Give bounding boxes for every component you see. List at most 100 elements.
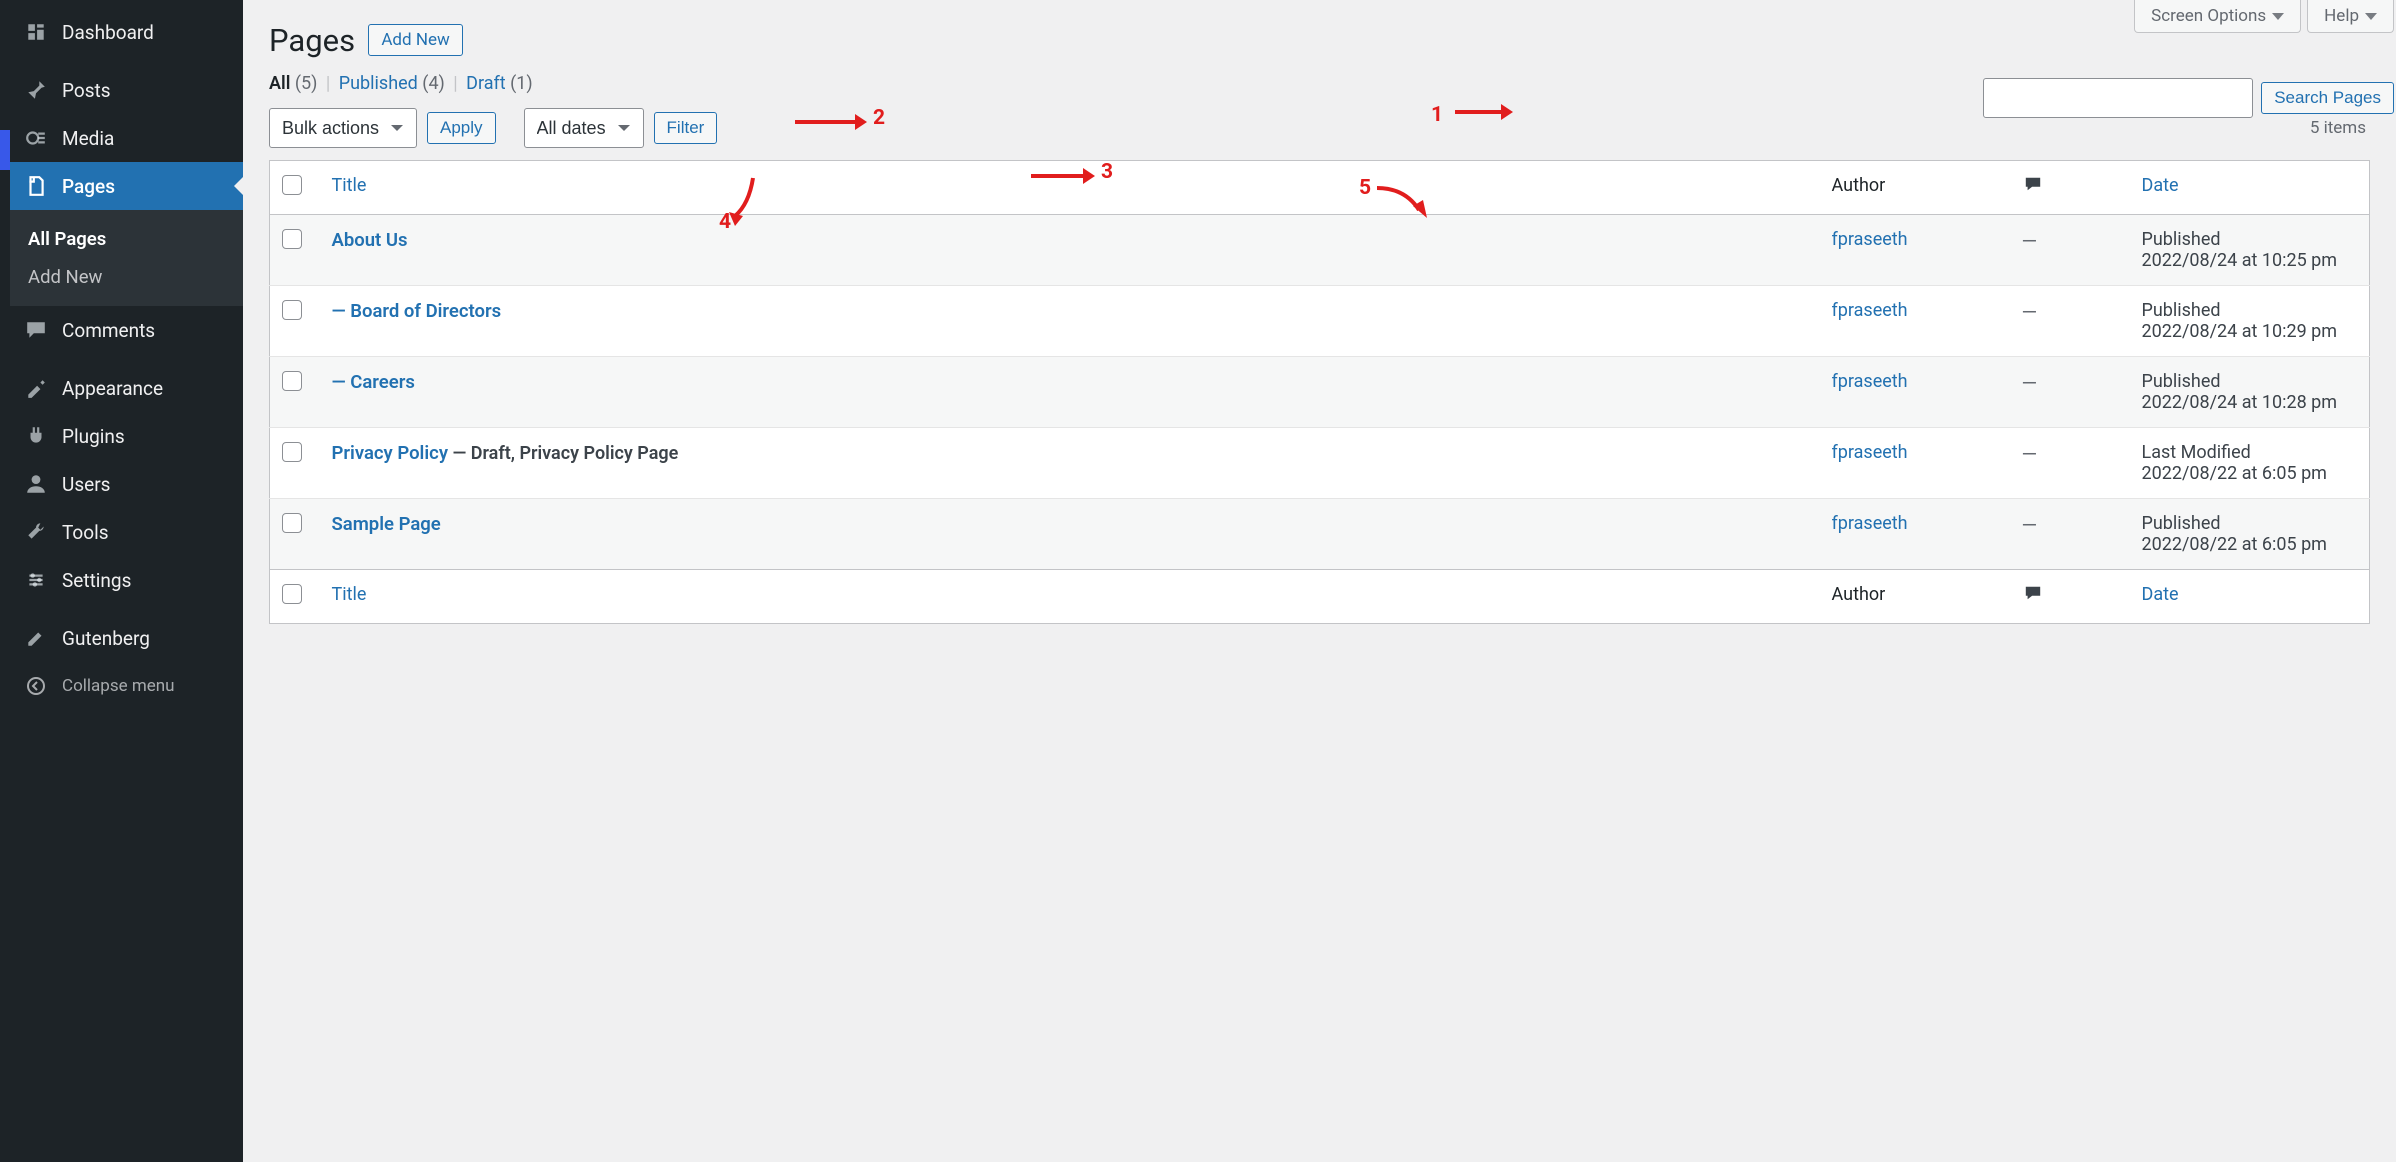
author-link[interactable]: fpraseeth bbox=[1832, 371, 1908, 392]
select-all-checkbox-bottom[interactable] bbox=[282, 584, 302, 604]
select-all-checkbox[interactable] bbox=[282, 175, 302, 195]
tools-icon bbox=[24, 520, 48, 544]
comments-count: — bbox=[2022, 513, 2038, 537]
row-title-link[interactable]: — Careers bbox=[332, 371, 415, 393]
admin-sidebar: Dashboard Posts Media Pages All Pages Ad… bbox=[10, 0, 243, 1162]
search-box: Search Pages bbox=[1983, 78, 2394, 118]
sidebar-item-pages[interactable]: Pages bbox=[10, 162, 243, 210]
comments-count: — bbox=[2022, 300, 2038, 324]
sidebar-item-label: Gutenberg bbox=[62, 627, 150, 650]
date-status: Last Modified bbox=[2142, 442, 2358, 463]
date-filter-select[interactable]: All dates bbox=[524, 108, 644, 148]
col-date-sort[interactable]: Date bbox=[2142, 175, 2179, 196]
table-row: — Careersfpraseeth—Published2022/08/24 a… bbox=[270, 357, 2370, 428]
col-comments-bottom[interactable] bbox=[2010, 570, 2130, 624]
collapse-menu[interactable]: Collapse menu bbox=[10, 662, 243, 710]
comments-count: — bbox=[2022, 442, 2038, 466]
bulk-actions-select[interactable]: Bulk actions bbox=[269, 108, 417, 148]
col-date-sort-bottom[interactable]: Date bbox=[2142, 584, 2179, 605]
row-title-link[interactable]: Privacy Policy bbox=[332, 442, 449, 464]
table-row: — Board of Directorsfpraseeth—Published2… bbox=[270, 286, 2370, 357]
col-author: Author bbox=[1820, 161, 2010, 215]
col-title-sort-bottom[interactable]: Title bbox=[332, 584, 367, 605]
view-draft[interactable]: Draft (1) bbox=[466, 73, 533, 94]
sidebar-item-label: Comments bbox=[62, 319, 155, 342]
media-icon bbox=[24, 126, 48, 150]
view-published[interactable]: Published (4) bbox=[339, 73, 450, 94]
sidebar-item-appearance[interactable]: Appearance bbox=[10, 364, 243, 412]
sidebar-item-dashboard[interactable]: Dashboard bbox=[10, 8, 243, 56]
add-new-button[interactable]: Add New bbox=[368, 24, 462, 56]
author-link[interactable]: fpraseeth bbox=[1832, 300, 1908, 321]
col-title-sort[interactable]: Title bbox=[332, 175, 367, 196]
comments-count: — bbox=[2022, 229, 2038, 253]
sidebar-item-label: Settings bbox=[62, 569, 131, 592]
plugins-icon bbox=[24, 424, 48, 448]
filter-button[interactable]: Filter bbox=[654, 112, 718, 144]
items-count: 5 items bbox=[2310, 118, 2366, 138]
search-input[interactable] bbox=[1983, 78, 2253, 118]
sidebar-item-label: Users bbox=[62, 473, 110, 496]
sidebar-item-settings[interactable]: Settings bbox=[10, 556, 243, 604]
sidebar-item-label: Plugins bbox=[62, 425, 125, 448]
row-checkbox[interactable] bbox=[282, 442, 302, 462]
date-time: 2022/08/22 at 6:05 pm bbox=[2142, 534, 2358, 555]
sidebar-item-posts[interactable]: Posts bbox=[10, 66, 243, 114]
table-row: About Us fpraseeth — Published2022/08/24 at… bbox=[270, 215, 2370, 286]
submenu-all-pages[interactable]: All Pages bbox=[10, 220, 243, 258]
sidebar-item-gutenberg[interactable]: Gutenberg bbox=[10, 614, 243, 662]
sidebar-item-media[interactable]: Media bbox=[10, 114, 243, 162]
table-row: Privacy Policy — Draft, Privacy Policy P… bbox=[270, 428, 2370, 499]
author-link[interactable]: fpraseeth bbox=[1832, 442, 1908, 463]
col-comments[interactable] bbox=[2010, 161, 2130, 215]
screen-options-label: Screen Options bbox=[2151, 6, 2266, 26]
date-time: 2022/08/24 at 10:25 pm bbox=[2142, 250, 2358, 271]
author-link[interactable]: fpraseeth bbox=[1832, 513, 1908, 534]
page-title: Pages bbox=[269, 0, 355, 59]
collapse-icon bbox=[24, 674, 48, 698]
row-checkbox[interactable] bbox=[282, 513, 302, 533]
sidebar-item-label: Dashboard bbox=[62, 21, 154, 44]
row-checkbox[interactable] bbox=[282, 229, 302, 249]
row-title-link[interactable]: Sample Page bbox=[332, 513, 441, 535]
sidebar-item-label: Pages bbox=[62, 175, 115, 198]
users-icon bbox=[24, 472, 48, 496]
apply-button[interactable]: Apply bbox=[427, 112, 496, 144]
row-title-link[interactable]: — Board of Directors bbox=[332, 300, 502, 322]
sidebar-item-comments[interactable]: Comments bbox=[10, 306, 243, 354]
submenu-add-new[interactable]: Add New bbox=[10, 258, 243, 296]
sidebar-item-label: Appearance bbox=[62, 377, 163, 400]
collapse-label: Collapse menu bbox=[62, 676, 175, 696]
main-content: Screen Options Help Pages Add New All (5… bbox=[243, 0, 2396, 1162]
sidebar-item-label: Tools bbox=[62, 521, 109, 544]
gutenberg-icon bbox=[24, 626, 48, 650]
table-row: Sample Page fpraseeth — Published2022/08/22… bbox=[270, 499, 2370, 570]
col-author-bottom: Author bbox=[1820, 570, 2010, 624]
sidebar-item-label: Posts bbox=[62, 79, 111, 102]
help-tab[interactable]: Help bbox=[2307, 0, 2394, 33]
row-checkbox[interactable] bbox=[282, 371, 302, 391]
comments-icon bbox=[24, 318, 48, 342]
row-title-link[interactable]: About Us bbox=[332, 229, 408, 251]
comments-count: — bbox=[2022, 371, 2038, 395]
author-link[interactable]: fpraseeth bbox=[1832, 229, 1908, 250]
dashboard-icon bbox=[24, 20, 48, 44]
pages-table: Title Author Date About Us fpraseeth — Publ… bbox=[269, 160, 2370, 624]
date-time: 2022/08/22 at 6:05 pm bbox=[2142, 463, 2358, 484]
view-all[interactable]: All (5) bbox=[269, 73, 322, 94]
sidebar-item-label: Media bbox=[62, 127, 114, 150]
date-status: Published bbox=[2142, 300, 2358, 321]
sidebar-item-plugins[interactable]: Plugins bbox=[10, 412, 243, 460]
screen-options-tab[interactable]: Screen Options bbox=[2134, 0, 2301, 33]
help-label: Help bbox=[2324, 6, 2359, 26]
sidebar-submenu-pages: All Pages Add New bbox=[10, 210, 243, 306]
row-checkbox[interactable] bbox=[282, 300, 302, 320]
search-button[interactable]: Search Pages bbox=[2261, 82, 2394, 114]
date-status: Published bbox=[2142, 229, 2358, 250]
triangle-down-icon bbox=[2272, 13, 2284, 20]
sidebar-item-tools[interactable]: Tools bbox=[10, 508, 243, 556]
date-time: 2022/08/24 at 10:28 pm bbox=[2142, 392, 2358, 413]
sidebar-item-users[interactable]: Users bbox=[10, 460, 243, 508]
date-status: Published bbox=[2142, 513, 2358, 534]
left-edge-strip bbox=[0, 0, 10, 1162]
